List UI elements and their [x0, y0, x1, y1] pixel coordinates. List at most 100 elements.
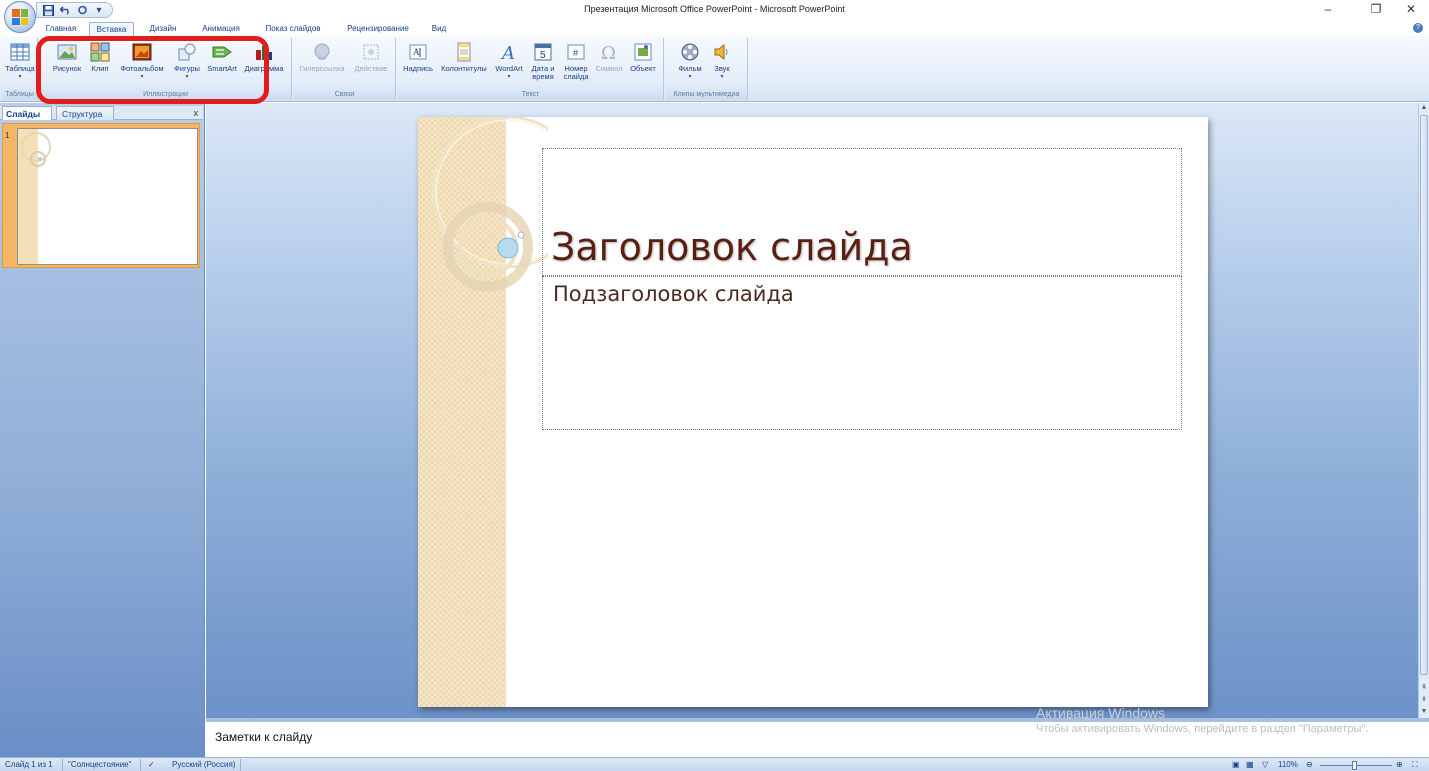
spellcheck-icon[interactable]: ✓ [148, 760, 155, 770]
object-icon [633, 42, 653, 62]
redo-icon[interactable] [75, 4, 89, 16]
datetime-button[interactable]: 5 Дата и время [528, 40, 558, 81]
group-label-text: Текст [398, 89, 663, 100]
subtitle-placeholder[interactable]: Подзаголовок слайда [542, 276, 1182, 430]
close-button[interactable]: ✕ [1397, 2, 1425, 18]
save-icon[interactable] [41, 4, 55, 16]
film-reel-icon [680, 42, 700, 62]
minimize-button[interactable]: – [1314, 2, 1342, 18]
table-button[interactable]: Таблица ▾ [4, 40, 36, 81]
slide-sorter-view-icon[interactable]: ▦ [1246, 760, 1254, 770]
slide-number-icon: # [566, 42, 586, 62]
hyperlink-icon [312, 42, 332, 62]
tab-animation[interactable]: Анимация [196, 22, 246, 36]
symbol-label: Символ [595, 64, 623, 73]
textbox-icon: A [408, 42, 428, 62]
tab-view[interactable]: Вид [426, 22, 452, 36]
wordart-icon: A [499, 42, 519, 64]
header-footer-button[interactable]: Колонтитулы [438, 40, 490, 73]
object-label: Объект [630, 64, 656, 73]
slide-number-button[interactable]: # Номер слайда [560, 40, 592, 81]
group-links: Гиперссылка Действие Связи [294, 38, 396, 100]
datetime-label-line2: время [532, 72, 554, 81]
textbox-button[interactable]: A Надпись [400, 40, 436, 73]
restore-button[interactable]: ❐ [1362, 2, 1390, 18]
slide-circles-graphic [431, 117, 548, 292]
textbox-label: Надпись [403, 64, 433, 73]
object-button[interactable]: Объект [626, 40, 660, 73]
tab-slideshow[interactable]: Показ слайдов [258, 22, 328, 36]
close-panel-icon[interactable]: x [194, 106, 199, 120]
activation-watermark-text: Чтобы активировать Windows, перейдите в … [1036, 723, 1369, 735]
notes-placeholder[interactable]: Заметки к слайду [215, 730, 312, 744]
help-icon[interactable]: ? [1413, 23, 1423, 33]
zoom-out-icon[interactable]: ⊖ [1306, 760, 1313, 770]
group-label-media: Клипы мультимедиа [666, 89, 747, 100]
scroll-down-icon[interactable]: ▼ [1419, 707, 1429, 717]
hyperlink-label: Гиперссылка [299, 64, 345, 73]
tab-outline[interactable]: Структура [56, 106, 114, 120]
movie-label: Фильм [678, 64, 702, 73]
tab-review[interactable]: Рецензирование [338, 22, 418, 36]
slideshow-view-icon[interactable]: ▽ [1262, 760, 1268, 770]
action-icon [361, 42, 381, 62]
office-button[interactable] [4, 1, 36, 33]
tab-slides[interactable]: Слайды [2, 106, 52, 120]
header-footer-label: Колонтитулы [441, 64, 487, 73]
status-separator [140, 759, 141, 771]
movie-button[interactable]: Фильм ▾ [674, 40, 706, 81]
group-media: Фильм ▾ Звук ▾ Клипы мультимедиа [666, 38, 748, 100]
quick-access-toolbar: ▾ [36, 2, 113, 18]
undo-icon[interactable] [58, 4, 72, 16]
group-tables: Таблица ▾ Таблицы [2, 38, 38, 100]
slides-panel: Слайды Структура x 1 [0, 103, 205, 757]
normal-view-icon[interactable]: ▣ [1232, 760, 1240, 770]
sound-button[interactable]: Звук ▾ [710, 40, 734, 81]
slide-thumbnail[interactable] [17, 128, 198, 265]
zoom-in-icon[interactable]: ⊕ [1396, 760, 1403, 770]
ribbon-tabs: Главная Вставка Дизайн Анимация Показ сл… [0, 20, 1429, 36]
highlight-box [36, 36, 269, 104]
group-label-links: Связи [294, 89, 395, 100]
tab-design[interactable]: Дизайн [143, 22, 183, 36]
action-button[interactable]: Действие [350, 40, 392, 73]
wordart-dropdown-icon: ▾ [507, 74, 511, 80]
speaker-icon [712, 42, 732, 62]
customize-qat-button[interactable]: ▾ [92, 4, 106, 16]
slide-subtitle[interactable]: Подзаголовок слайда [553, 282, 794, 306]
symbol-button[interactable]: Ω Символ [594, 40, 624, 73]
table-dropdown-icon: ▾ [18, 74, 22, 80]
wordart-button[interactable]: A WordArt ▾ [492, 40, 526, 81]
prev-slide-icon[interactable]: ⇞ [1419, 683, 1429, 693]
header-footer-icon [454, 42, 474, 62]
thumbnail-circles-graphic [21, 132, 51, 167]
hyperlink-button[interactable]: Гиперссылка [296, 40, 348, 73]
slide-title[interactable]: Заголовок слайда [551, 225, 913, 269]
zoom-level[interactable]: 110% [1278, 760, 1298, 770]
zoom-slider-thumb[interactable] [1352, 761, 1357, 770]
fit-to-window-icon[interactable]: ⛶ [1412, 760, 1418, 770]
title-placeholder[interactable]: Заголовок слайда [542, 148, 1182, 276]
tab-home[interactable]: Главная [40, 22, 82, 36]
omega-icon: Ω [599, 42, 619, 64]
office-logo-icon [12, 9, 28, 25]
window-title: Презентация Microsoft Office PowerPoint … [584, 4, 845, 14]
sound-label: Звук [714, 64, 730, 73]
calendar-icon: 5 [533, 42, 553, 62]
wordart-label: WordArt [495, 64, 523, 73]
vertical-scrollbar[interactable]: ▲ ⇞ ⇟ ▼ [1418, 103, 1429, 718]
next-slide-icon[interactable]: ⇟ [1419, 695, 1429, 705]
language-status[interactable]: Русский (Россия) [172, 760, 235, 770]
svg-text:#: # [573, 48, 578, 58]
scrollbar-thumb[interactable] [1420, 115, 1428, 675]
activation-watermark-title: Активация Windows [1036, 705, 1166, 721]
status-separator [240, 759, 241, 771]
slide-canvas[interactable]: Заголовок слайда Подзаголовок слайда [418, 117, 1208, 707]
slide-count-status: Слайд 1 из 1 [5, 760, 53, 769]
sound-dropdown-icon: ▾ [720, 74, 724, 80]
panel-tabs: Слайды Структура x [0, 106, 203, 120]
svg-text:Ω: Ω [601, 43, 616, 62]
scroll-up-icon[interactable]: ▲ [1419, 103, 1429, 113]
theme-status[interactable]: "Солнцестояние" [68, 760, 131, 770]
tab-insert[interactable]: Вставка [89, 22, 134, 36]
